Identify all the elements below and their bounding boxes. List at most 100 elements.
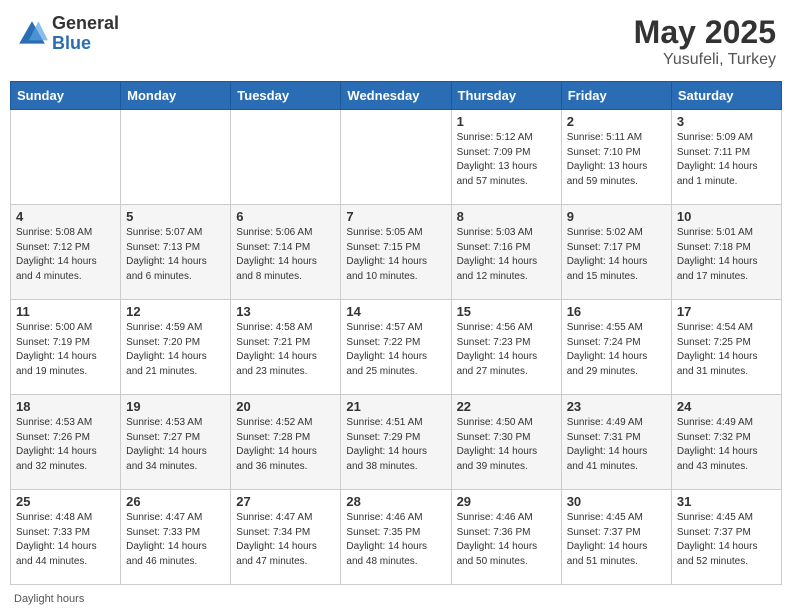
page-header: General Blue May 2025 Yusufeli, Turkey [10, 10, 782, 73]
calendar-cell: 8 Sunrise: 5:03 AM Sunset: 7:16 PM Daylig… [451, 205, 561, 300]
day-info: Sunrise: 5:06 AM Sunset: 7:14 PM Dayligh… [236, 226, 335, 284]
day-info: Sunrise: 5:07 AM Sunset: 7:13 PM Dayligh… [126, 226, 225, 284]
day-number: 20 [236, 399, 335, 414]
calendar-cell: 21 Sunrise: 4:51 AM Sunset: 7:29 PM Dayli… [341, 395, 451, 490]
day-number: 9 [567, 209, 666, 224]
day-number: 19 [126, 399, 225, 414]
month-year: May 2025 [634, 14, 776, 51]
day-info: Sunrise: 4:49 AM Sunset: 7:31 PM Dayligh… [567, 416, 666, 474]
weekday-header-tuesday: Tuesday [231, 82, 341, 110]
logo: General Blue [16, 14, 119, 54]
calendar-cell: 19 Sunrise: 4:53 AM Sunset: 7:27 PM Dayli… [121, 395, 231, 490]
calendar-cell: 13Sunrise: 4:58 AM Sunset: 7:21 PM Dayli… [231, 300, 341, 395]
day-number: 7 [346, 209, 445, 224]
day-number: 26 [126, 494, 225, 509]
day-info: Sunrise: 5:03 AM Sunset: 7:16 PM Dayligh… [457, 226, 556, 284]
calendar-cell: 24 Sunrise: 4:49 AM Sunset: 7:32 PM Dayli… [671, 395, 781, 490]
calendar-cell: 31 Sunrise: 4:45 AM Sunset: 7:37 PM Dayli… [671, 490, 781, 585]
calendar-cell: 23Sunrise: 4:49 AM Sunset: 7:31 PM Dayli… [561, 395, 671, 490]
title-block: May 2025 Yusufeli, Turkey [634, 14, 776, 69]
calendar-cell [11, 110, 121, 205]
day-info: Sunrise: 4:49 AM Sunset: 7:32 PM Dayligh… [677, 416, 776, 474]
calendar-cell: 6 Sunrise: 5:06 AM Sunset: 7:14 PM Daylig… [231, 205, 341, 300]
day-number: 1 [457, 114, 556, 129]
day-info: Sunrise: 4:57 AM Sunset: 7:22 PM Dayligh… [346, 321, 445, 379]
day-number: 21 [346, 399, 445, 414]
day-number: 18 [16, 399, 115, 414]
calendar-cell: 27Sunrise: 4:47 AM Sunset: 7:34 PM Dayli… [231, 490, 341, 585]
day-number: 28 [346, 494, 445, 509]
weekday-header-saturday: Saturday [671, 82, 781, 110]
day-info: Sunrise: 5:09 AM Sunset: 7:11 PM Dayligh… [677, 131, 776, 189]
day-number: 5 [126, 209, 225, 224]
logo-general: General [52, 14, 119, 34]
logo-text: General Blue [52, 14, 119, 54]
day-info: Sunrise: 4:45 AM Sunset: 7:37 PM Dayligh… [567, 511, 666, 569]
weekday-header-thursday: Thursday [451, 82, 561, 110]
calendar-cell: 15Sunrise: 4:56 AM Sunset: 7:23 PM Dayli… [451, 300, 561, 395]
day-info: Sunrise: 4:51 AM Sunset: 7:29 PM Dayligh… [346, 416, 445, 474]
calendar-cell: 29 Sunrise: 4:46 AM Sunset: 7:36 PM Dayli… [451, 490, 561, 585]
week-row-3: 11 Sunrise: 5:00 AM Sunset: 7:19 PM Dayli… [11, 300, 782, 395]
day-info: Sunrise: 4:50 AM Sunset: 7:30 PM Dayligh… [457, 416, 556, 474]
week-row-1: 1 Sunrise: 5:12 AM Sunset: 7:09 PM Daylig… [11, 110, 782, 205]
day-number: 10 [677, 209, 776, 224]
calendar-cell: 7 Sunrise: 5:05 AM Sunset: 7:15 PM Daylig… [341, 205, 451, 300]
calendar-cell: 14 Sunrise: 4:57 AM Sunset: 7:22 PM Dayli… [341, 300, 451, 395]
logo-blue: Blue [52, 34, 119, 54]
calendar-cell [121, 110, 231, 205]
calendar-cell: 17Sunrise: 4:54 AM Sunset: 7:25 PM Dayli… [671, 300, 781, 395]
calendar-cell: 2 Sunrise: 5:11 AM Sunset: 7:10 PM Daylig… [561, 110, 671, 205]
day-number: 13 [236, 304, 335, 319]
day-info: Sunrise: 4:48 AM Sunset: 7:33 PM Dayligh… [16, 511, 115, 569]
day-info: Sunrise: 4:45 AM Sunset: 7:37 PM Dayligh… [677, 511, 776, 569]
day-number: 11 [16, 304, 115, 319]
day-info: Sunrise: 5:00 AM Sunset: 7:19 PM Dayligh… [16, 321, 115, 379]
calendar-cell: 10 Sunrise: 5:01 AM Sunset: 7:18 PM Dayli… [671, 205, 781, 300]
location: Yusufeli, Turkey [634, 51, 776, 69]
calendar-cell: 28Sunrise: 4:46 AM Sunset: 7:35 PM Dayli… [341, 490, 451, 585]
day-number: 2 [567, 114, 666, 129]
logo-icon [16, 18, 48, 50]
day-number: 29 [457, 494, 556, 509]
calendar-cell: 3 Sunrise: 5:09 AM Sunset: 7:11 PM Daylig… [671, 110, 781, 205]
day-number: 25 [16, 494, 115, 509]
day-number: 12 [126, 304, 225, 319]
day-info: Sunrise: 5:08 AM Sunset: 7:12 PM Dayligh… [16, 226, 115, 284]
day-number: 6 [236, 209, 335, 224]
day-info: Sunrise: 4:59 AM Sunset: 7:20 PM Dayligh… [126, 321, 225, 379]
calendar-cell [341, 110, 451, 205]
calendar-cell: 12 Sunrise: 4:59 AM Sunset: 7:20 PM Dayli… [121, 300, 231, 395]
day-number: 30 [567, 494, 666, 509]
day-info: Sunrise: 5:11 AM Sunset: 7:10 PM Dayligh… [567, 131, 666, 189]
calendar-cell: 9Sunrise: 5:02 AM Sunset: 7:17 PM Daylig… [561, 205, 671, 300]
day-info: Sunrise: 4:55 AM Sunset: 7:24 PM Dayligh… [567, 321, 666, 379]
calendar-cell: 5 Sunrise: 5:07 AM Sunset: 7:13 PM Daylig… [121, 205, 231, 300]
day-info: Sunrise: 5:05 AM Sunset: 7:15 PM Dayligh… [346, 226, 445, 284]
calendar-cell: 1 Sunrise: 5:12 AM Sunset: 7:09 PM Daylig… [451, 110, 561, 205]
day-number: 16 [567, 304, 666, 319]
weekday-header-row: SundayMondayTuesdayWednesdayThursdayFrid… [11, 82, 782, 110]
calendar-footer: Daylight hours [10, 593, 782, 605]
day-number: 4 [16, 209, 115, 224]
weekday-header-sunday: Sunday [11, 82, 121, 110]
day-info: Sunrise: 4:53 AM Sunset: 7:26 PM Dayligh… [16, 416, 115, 474]
weekday-header-wednesday: Wednesday [341, 82, 451, 110]
calendar-cell: 16 Sunrise: 4:55 AM Sunset: 7:24 PM Dayli… [561, 300, 671, 395]
calendar-cell [231, 110, 341, 205]
week-row-4: 18 Sunrise: 4:53 AM Sunset: 7:26 PM Dayli… [11, 395, 782, 490]
calendar-cell: 30 Sunrise: 4:45 AM Sunset: 7:37 PM Dayli… [561, 490, 671, 585]
calendar-cell: 20 Sunrise: 4:52 AM Sunset: 7:28 PM Dayli… [231, 395, 341, 490]
calendar-cell: 4 Sunrise: 5:08 AM Sunset: 7:12 PM Daylig… [11, 205, 121, 300]
day-number: 24 [677, 399, 776, 414]
day-info: Sunrise: 4:53 AM Sunset: 7:27 PM Dayligh… [126, 416, 225, 474]
calendar-table: SundayMondayTuesdayWednesdayThursdayFrid… [10, 81, 782, 585]
day-number: 14 [346, 304, 445, 319]
day-number: 3 [677, 114, 776, 129]
day-info: Sunrise: 5:01 AM Sunset: 7:18 PM Dayligh… [677, 226, 776, 284]
day-info: Sunrise: 4:52 AM Sunset: 7:28 PM Dayligh… [236, 416, 335, 474]
day-number: 8 [457, 209, 556, 224]
day-info: Sunrise: 5:12 AM Sunset: 7:09 PM Dayligh… [457, 131, 556, 189]
day-info: Sunrise: 4:46 AM Sunset: 7:36 PM Dayligh… [457, 511, 556, 569]
day-number: 31 [677, 494, 776, 509]
